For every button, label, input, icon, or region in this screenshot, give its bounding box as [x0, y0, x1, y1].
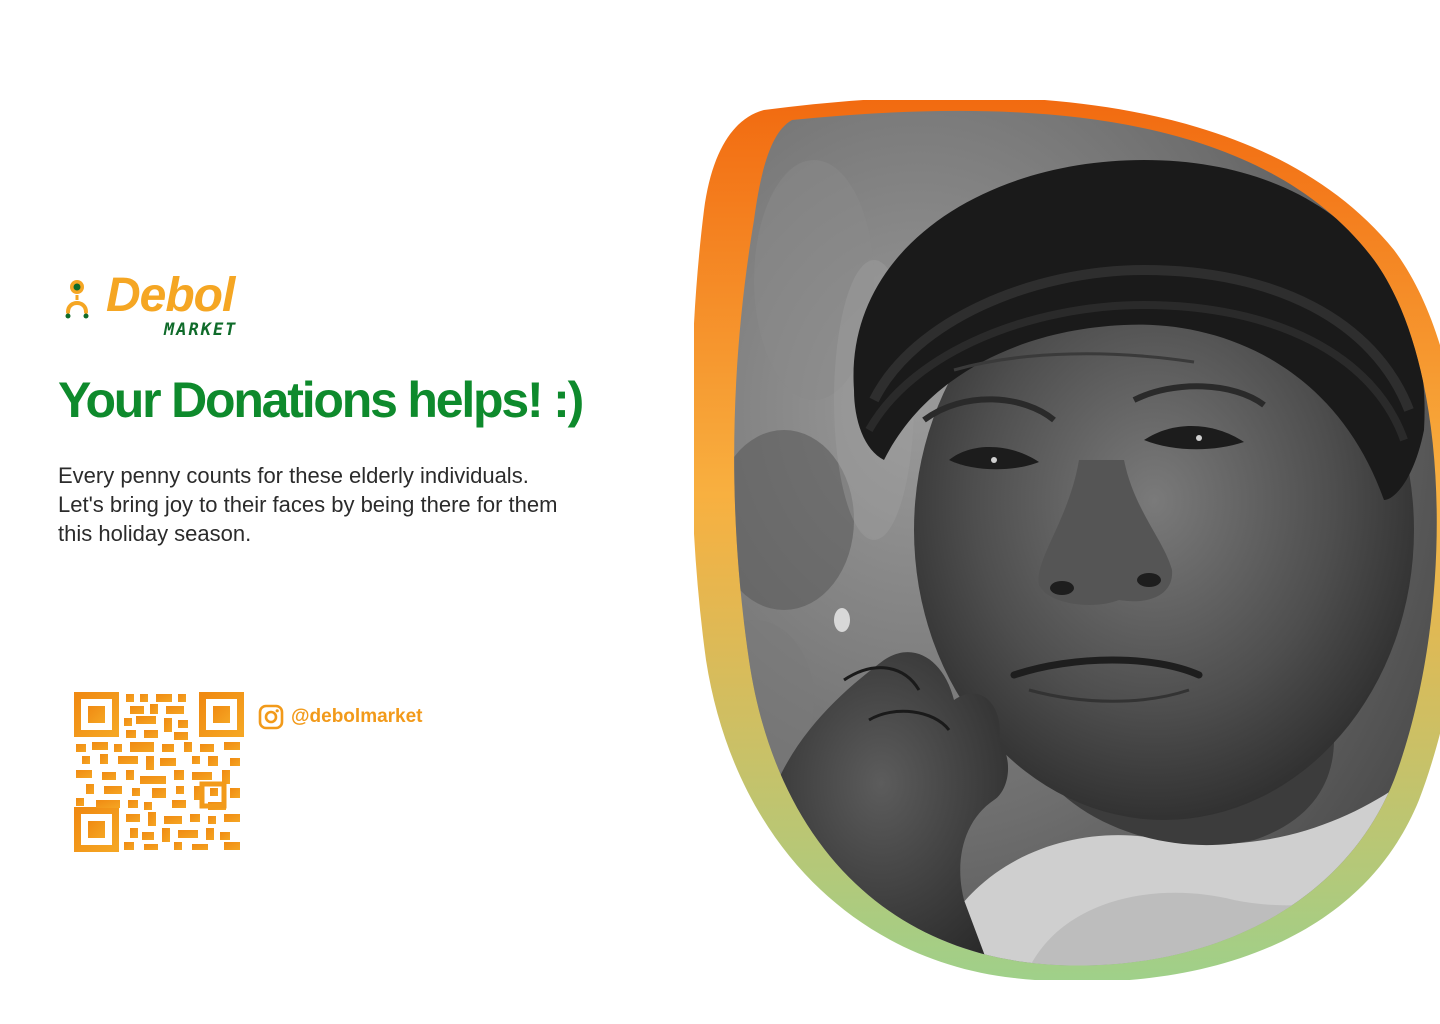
body-text: Every penny counts for these elderly ind… [58, 463, 558, 546]
instagram-icon [258, 704, 284, 730]
person-logo-icon [65, 280, 89, 319]
elderly-woman-photo [694, 100, 1440, 980]
headline: Your Donations helps! :) [58, 372, 584, 428]
brand-subtitle: MARKET [164, 320, 238, 340]
brand-name: Debol [106, 269, 235, 322]
instagram-handle: @debolmarket [291, 706, 423, 727]
instagram-link[interactable]: @debolmarket [258, 701, 423, 733]
brand-logo: Debol MARKET [62, 272, 282, 348]
donation-flyer: Debol MARKET Your Donations helps! :) Ev… [0, 0, 1440, 1024]
qr-code-icon[interactable] [74, 692, 244, 852]
